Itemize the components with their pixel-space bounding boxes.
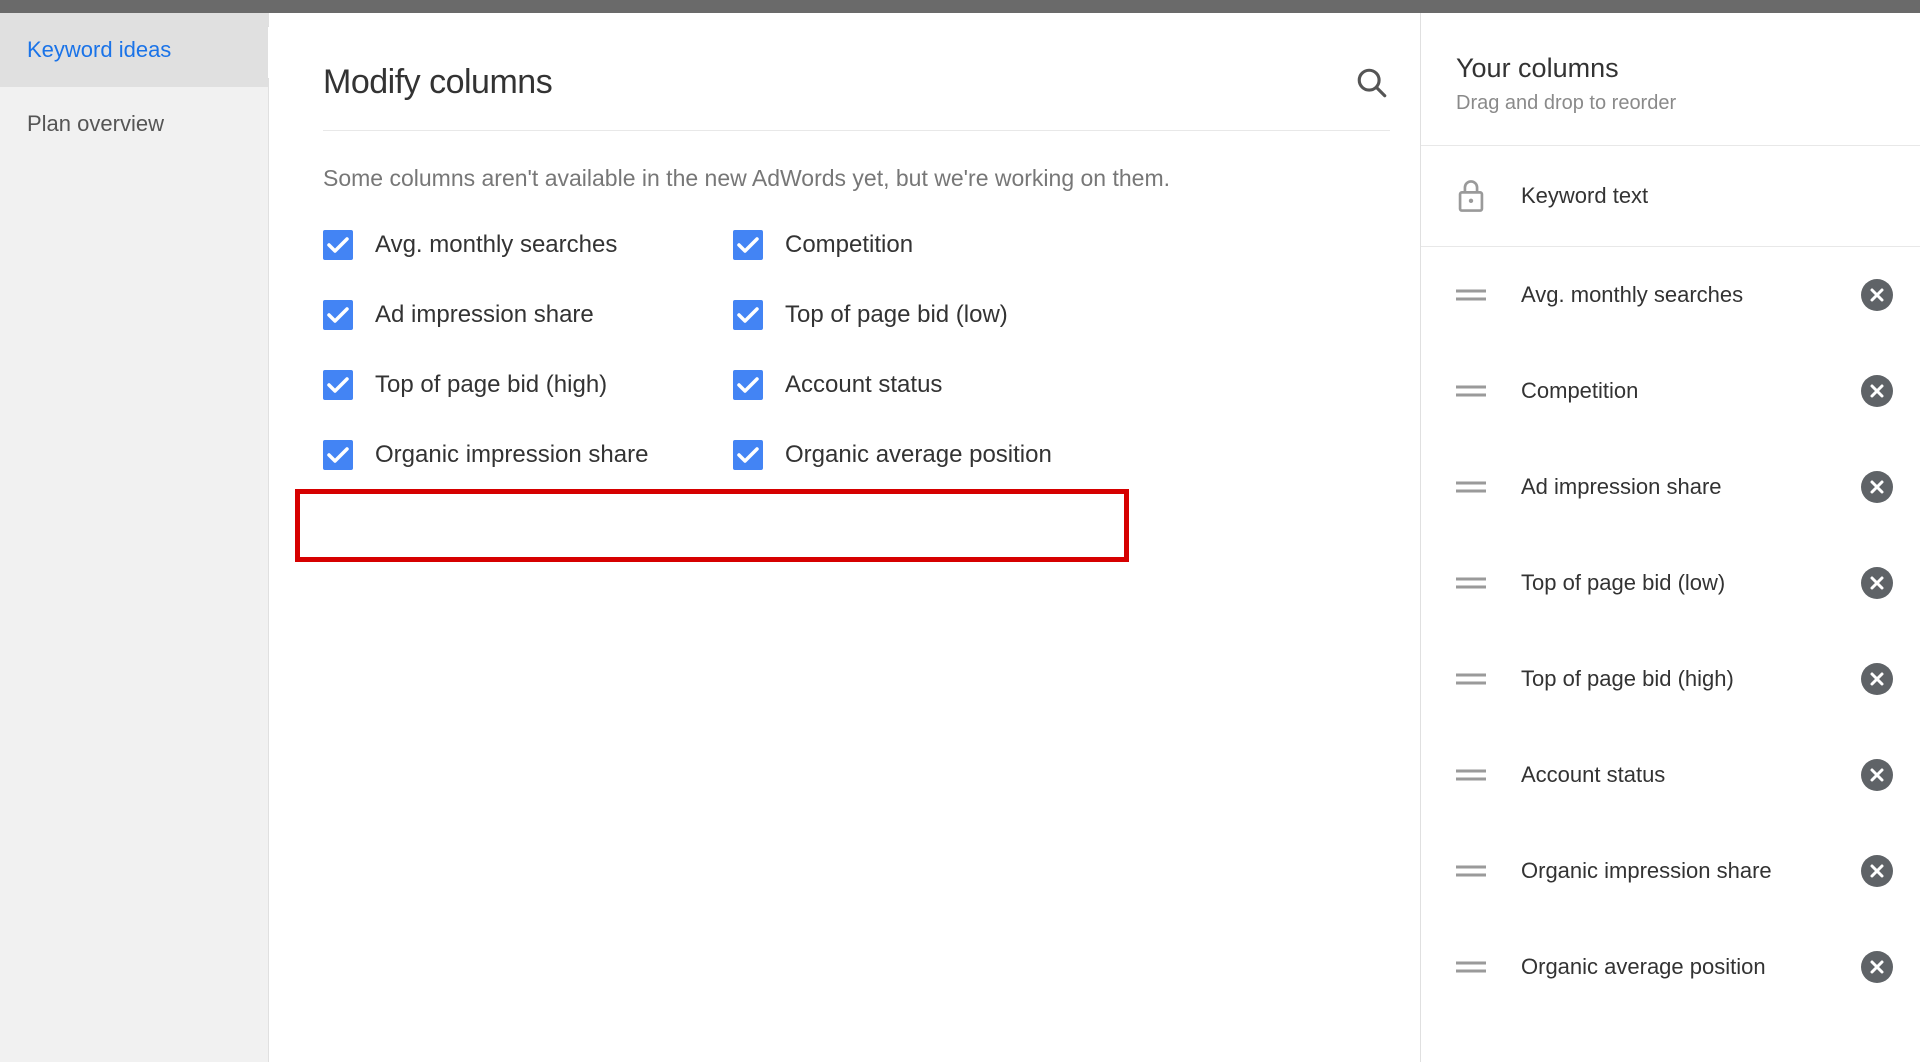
checkbox-checked-icon xyxy=(323,440,353,470)
remove-column-button[interactable] xyxy=(1861,471,1893,503)
column-item[interactable]: Top of page bid (low) xyxy=(1421,535,1920,631)
drag-handle-icon[interactable] xyxy=(1456,768,1486,782)
column-label: Top of page bid (low) xyxy=(1521,570,1861,596)
checkbox-label: Organic average position xyxy=(785,441,1052,469)
drag-handle-icon[interactable] xyxy=(1456,384,1486,398)
checkbox-row-competition[interactable]: Competition xyxy=(733,230,1133,260)
sidebar-item-plan-overview[interactable]: Plan overview xyxy=(0,87,268,161)
column-item[interactable]: Ad impression share xyxy=(1421,439,1920,535)
sidebar-item-keyword-ideas[interactable]: Keyword ideas xyxy=(0,13,268,87)
main-panel: Modify columns Some columns aren't avail… xyxy=(269,13,1421,1062)
checkbox-checked-icon xyxy=(323,300,353,330)
close-icon xyxy=(1869,575,1885,591)
checkbox-grid: Avg. monthly searches Competition Ad imp… xyxy=(323,214,1390,470)
locked-column-row: Keyword text xyxy=(1421,146,1920,247)
checkbox-row-ad-impression-share[interactable]: Ad impression share xyxy=(323,300,733,330)
checkbox-label: Top of page bid (high) xyxy=(375,371,607,399)
right-panel-subtitle: Drag and drop to reorder xyxy=(1421,92,1920,146)
remove-column-button[interactable] xyxy=(1861,375,1893,407)
remove-column-button[interactable] xyxy=(1861,279,1893,311)
page-title: Modify columns xyxy=(323,63,1354,102)
drag-handle-icon[interactable] xyxy=(1456,480,1486,494)
checkbox-row-avg-monthly-searches[interactable]: Avg. monthly searches xyxy=(323,230,733,260)
drag-handle-icon[interactable] xyxy=(1456,672,1486,686)
drag-handle-icon[interactable] xyxy=(1456,288,1486,302)
column-item[interactable]: Competition xyxy=(1421,343,1920,439)
close-icon xyxy=(1869,959,1885,975)
drag-handle-icon[interactable] xyxy=(1456,576,1486,590)
top-bar xyxy=(0,0,1920,13)
close-icon xyxy=(1869,767,1885,783)
checkbox-row-organic-impression-share[interactable]: Organic impression share xyxy=(323,440,733,470)
close-icon xyxy=(1869,383,1885,399)
checkbox-label: Avg. monthly searches xyxy=(375,231,617,259)
column-label: Ad impression share xyxy=(1521,474,1861,500)
column-item[interactable]: Account status xyxy=(1421,727,1920,823)
column-label: Competition xyxy=(1521,378,1861,404)
checkbox-label: Organic impression share xyxy=(375,441,648,469)
remove-column-button[interactable] xyxy=(1861,759,1893,791)
column-item[interactable]: Avg. monthly searches xyxy=(1421,247,1920,343)
your-columns-panel: Your columns Drag and drop to reorder Ke… xyxy=(1421,13,1920,1062)
locked-column-label: Keyword text xyxy=(1521,183,1648,209)
main-header: Modify columns xyxy=(323,13,1390,131)
close-icon xyxy=(1869,671,1885,687)
remove-column-button[interactable] xyxy=(1861,567,1893,599)
remove-column-button[interactable] xyxy=(1861,855,1893,887)
column-item[interactable]: Organic average position xyxy=(1421,919,1920,1015)
search-icon xyxy=(1355,66,1389,100)
checkbox-row-top-of-page-bid-high[interactable]: Top of page bid (high) xyxy=(323,370,733,400)
remove-column-button[interactable] xyxy=(1861,951,1893,983)
drag-handle-icon[interactable] xyxy=(1456,960,1486,974)
sidebar-item-label: Plan overview xyxy=(27,111,164,136)
drag-handle-icon[interactable] xyxy=(1456,864,1486,878)
left-sidebar: Keyword ideas Plan overview xyxy=(0,13,269,1062)
column-label: Organic average position xyxy=(1521,954,1861,980)
checkbox-checked-icon xyxy=(733,230,763,260)
info-text: Some columns aren't available in the new… xyxy=(323,131,1390,214)
right-panel-title: Your columns xyxy=(1421,53,1920,92)
column-item[interactable]: Top of page bid (high) xyxy=(1421,631,1920,727)
column-label: Top of page bid (high) xyxy=(1521,666,1861,692)
checkbox-label: Competition xyxy=(785,231,913,259)
close-icon xyxy=(1869,479,1885,495)
layout: Keyword ideas Plan overview Modify colum… xyxy=(0,13,1920,1062)
remove-column-button[interactable] xyxy=(1861,663,1893,695)
checkbox-checked-icon xyxy=(323,370,353,400)
checkbox-checked-icon xyxy=(323,230,353,260)
checkbox-label: Account status xyxy=(785,371,942,399)
column-item[interactable]: Organic impression share xyxy=(1421,823,1920,919)
checkbox-label: Top of page bid (low) xyxy=(785,301,1008,329)
checkbox-checked-icon xyxy=(733,300,763,330)
checkbox-row-organic-average-position[interactable]: Organic average position xyxy=(733,440,1133,470)
column-label: Avg. monthly searches xyxy=(1521,282,1861,308)
close-icon xyxy=(1869,863,1885,879)
column-label: Organic impression share xyxy=(1521,858,1861,884)
column-label: Account status xyxy=(1521,762,1861,788)
search-button[interactable] xyxy=(1354,65,1390,101)
close-icon xyxy=(1869,287,1885,303)
checkbox-checked-icon xyxy=(733,440,763,470)
lock-icon xyxy=(1456,179,1486,213)
sidebar-item-label: Keyword ideas xyxy=(27,37,171,62)
checkbox-label: Ad impression share xyxy=(375,301,594,329)
checkbox-checked-icon xyxy=(733,370,763,400)
checkbox-row-account-status[interactable]: Account status xyxy=(733,370,1133,400)
checkbox-row-top-of-page-bid-low[interactable]: Top of page bid (low) xyxy=(733,300,1133,330)
